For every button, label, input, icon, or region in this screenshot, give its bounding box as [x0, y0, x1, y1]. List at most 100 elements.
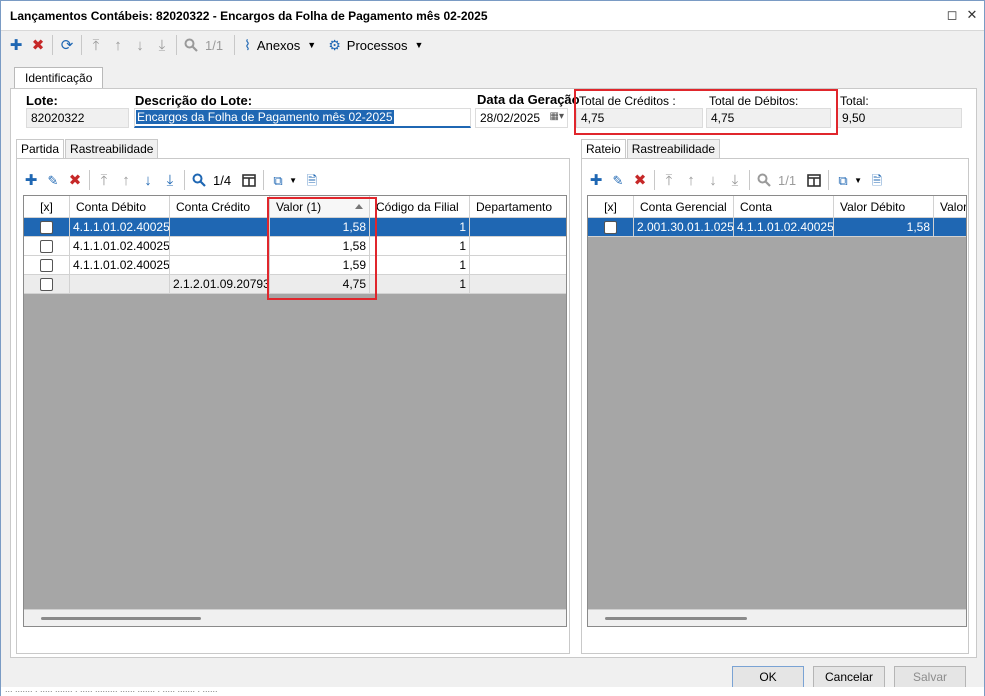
table-row[interactable]: 4.1.1.01.02.40025 1,58 1: [24, 237, 566, 256]
col-header-conta-gerencial[interactable]: Conta Gerencial: [634, 196, 734, 218]
scrollbar-thumb[interactable]: [605, 617, 747, 620]
row-checkbox-cell[interactable]: [24, 275, 70, 294]
move-up-icon[interactable]: ↑: [115, 169, 137, 191]
chevron-down-icon[interactable]: ▼: [854, 176, 862, 185]
col-header-departamento[interactable]: Departamento: [470, 196, 566, 218]
descricao-label: Descrição do Lote:: [135, 93, 253, 108]
save-button[interactable]: Salvar: [894, 666, 966, 688]
horizontal-scrollbar[interactable]: [24, 609, 566, 626]
scrollbar-thumb[interactable]: [41, 617, 201, 620]
col-header-valor-label: Valor (1): [276, 200, 322, 214]
main-window: Lançamentos Contábeis: 82020322 - Encarg…: [0, 0, 985, 696]
cell-filial: 1: [370, 275, 470, 294]
pencil-icon[interactable]: ✎: [42, 169, 64, 191]
row-checkbox[interactable]: [40, 239, 53, 253]
delete-x-icon[interactable]: ✖: [629, 169, 651, 191]
cell-conta-debito: 4.1.1.01.02.40025: [70, 256, 170, 275]
move-up-icon[interactable]: ↑: [680, 169, 702, 191]
plus-icon[interactable]: ✚: [585, 169, 607, 191]
columns-icon[interactable]: [803, 169, 825, 191]
page-indicator: 1/4: [213, 172, 232, 188]
total-label: Total:: [840, 94, 869, 108]
row-checkbox-cell[interactable]: [24, 237, 70, 256]
table-row[interactable]: 4.1.1.01.02.40025 1,58 1: [24, 218, 566, 237]
row-checkbox-cell[interactable]: [24, 256, 70, 275]
table-row[interactable]: 2.1.2.01.09.20793 4,75 1: [24, 275, 566, 294]
move-up-icon[interactable]: ↑: [107, 34, 129, 56]
col-header-valor[interactable]: Valor (1): [270, 196, 370, 218]
row-checkbox-cell[interactable]: [588, 218, 634, 237]
move-last-icon[interactable]: ⤓: [159, 169, 181, 191]
col-header-check[interactable]: [x]: [588, 196, 634, 218]
close-icon[interactable]: ✕: [964, 7, 980, 23]
page-indicator: 1/1: [778, 172, 797, 188]
rateio-grid: [x] Conta Gerencial Conta Valor Débito V…: [587, 195, 967, 627]
move-first-icon[interactable]: ⤒: [93, 169, 115, 191]
search-icon[interactable]: [180, 34, 202, 56]
anexos-menu[interactable]: ⌇ Anexos ▼: [238, 37, 322, 54]
export-icon[interactable]: ⧉: [832, 169, 854, 191]
row-checkbox-cell[interactable]: [24, 218, 70, 237]
grid-header: [x] Conta Gerencial Conta Valor Débito V…: [588, 196, 966, 218]
restore-icon[interactable]: ◻: [944, 7, 960, 23]
col-header-codigo-filial[interactable]: Código da Filial: [370, 196, 470, 218]
anexos-label: Anexos: [256, 37, 301, 53]
cancel-button[interactable]: Cancelar: [813, 666, 885, 688]
tab-identificacao[interactable]: Identificação: [14, 67, 104, 88]
plus-icon[interactable]: ✚: [5, 34, 27, 56]
lote-field[interactable]: 82020322: [26, 108, 129, 128]
total-debitos-field[interactable]: 4,75: [706, 108, 831, 128]
col-header-conta-debito[interactable]: Conta Débito: [70, 196, 170, 218]
tab-rastreabilidade-left[interactable]: Rastreabilidade: [65, 139, 159, 159]
table-row[interactable]: 2.001.30.01.1.025 4.1.1.01.02.40025 1,58: [588, 218, 966, 237]
move-first-icon[interactable]: ⤒: [85, 34, 107, 56]
document-icon[interactable]: 🗎: [301, 169, 323, 191]
total-field[interactable]: 9,50: [837, 108, 962, 128]
move-last-icon[interactable]: ⤓: [724, 169, 746, 191]
row-checkbox[interactable]: [40, 258, 53, 272]
pencil-icon[interactable]: ✎: [607, 169, 629, 191]
tab-rastreabilidade-right[interactable]: Rastreabilidade: [626, 139, 721, 159]
search-icon[interactable]: [188, 169, 210, 191]
col-header-valor[interactable]: Valor: [934, 196, 966, 218]
plus-icon[interactable]: ✚: [20, 169, 42, 191]
row-checkbox[interactable]: [40, 277, 53, 291]
processos-menu[interactable]: ⚙ Processos ▼: [322, 37, 429, 54]
col-header-valor-debito[interactable]: Valor Débito: [834, 196, 934, 218]
data-geracao-label: Data da Geração: [477, 92, 580, 107]
row-checkbox[interactable]: [40, 220, 53, 234]
toolbar-separator: [176, 35, 177, 55]
move-last-icon[interactable]: ⤓: [151, 34, 173, 56]
table-row[interactable]: 4.1.1.01.02.40025 1,59 1: [24, 256, 566, 275]
cell-valor: 1,59: [270, 256, 370, 275]
search-icon[interactable]: [753, 169, 775, 191]
ok-button[interactable]: OK: [732, 666, 804, 688]
move-down-icon[interactable]: ↓: [702, 169, 724, 191]
lote-label: Lote:: [26, 93, 58, 108]
move-first-icon[interactable]: ⤒: [658, 169, 680, 191]
col-header-check[interactable]: [x]: [24, 196, 70, 218]
move-down-icon[interactable]: ↓: [129, 34, 151, 56]
refresh-icon[interactable]: ⟳: [56, 34, 78, 56]
cell-conta-credito: [170, 218, 270, 237]
row-checkbox[interactable]: [604, 220, 617, 234]
chevron-down-icon[interactable]: ▼: [289, 176, 297, 185]
tab-rateio[interactable]: Rateio: [581, 139, 626, 159]
descricao-field[interactable]: Encargos da Folha de Pagamento mês 02-20…: [134, 108, 471, 128]
data-geracao-field[interactable]: 28/02/2025 ▦▾: [475, 108, 568, 128]
tab-partida[interactable]: Partida: [16, 139, 65, 159]
calendar-icon[interactable]: ▦▾: [550, 111, 564, 122]
document-icon[interactable]: 🗎: [866, 169, 888, 191]
horizontal-scrollbar[interactable]: [588, 609, 966, 626]
cell-valor: 1,58: [270, 237, 370, 256]
delete-x-icon[interactable]: ✖: [64, 169, 86, 191]
export-icon[interactable]: ⧉: [267, 169, 289, 191]
cell-filial: 1: [370, 237, 470, 256]
delete-x-icon[interactable]: ✖: [27, 34, 49, 56]
col-header-conta[interactable]: Conta: [734, 196, 834, 218]
cell-conta-credito: 2.1.2.01.09.20793: [170, 275, 270, 294]
columns-icon[interactable]: [238, 169, 260, 191]
col-header-conta-credito[interactable]: Conta Crédito: [170, 196, 270, 218]
move-down-icon[interactable]: ↓: [137, 169, 159, 191]
total-creditos-field[interactable]: 4,75: [576, 108, 703, 128]
